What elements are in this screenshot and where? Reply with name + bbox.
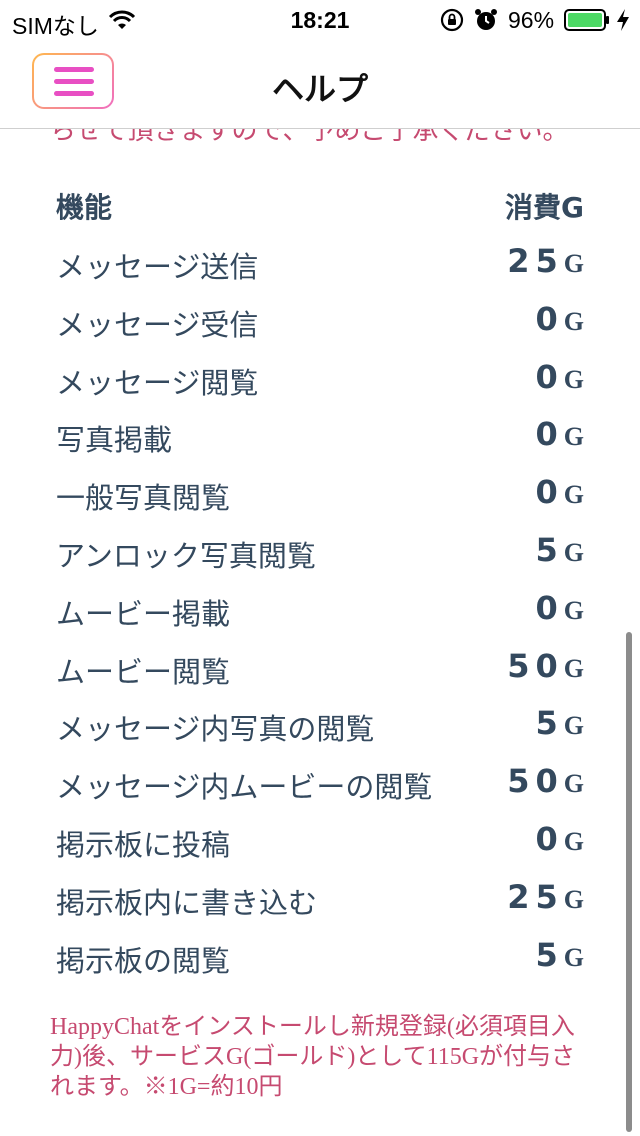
cost-unit: G — [563, 306, 584, 336]
cost-value: 0G — [536, 589, 585, 627]
navigation-bar: ヘルプ — [0, 40, 640, 129]
cost-value: 0G — [536, 820, 585, 858]
table-row: 一般写真閲覧 0G — [56, 469, 584, 527]
cost-number: 5 — [535, 530, 564, 569]
cost-value: 25G — [507, 878, 584, 916]
cost-value: 5G — [536, 936, 585, 974]
function-name: メッセージ送信 — [56, 250, 259, 284]
table-row: 掲示板の閲覧 5G — [56, 932, 584, 990]
cost-unit: G — [563, 653, 584, 683]
function-name: メッセージ受信 — [56, 307, 259, 342]
function-name: 掲示板内に書き込む — [56, 885, 318, 920]
table-row: メッセージ送信 25G — [56, 238, 584, 296]
cost-number: 50 — [507, 762, 564, 801]
cost-unit: G — [563, 364, 584, 394]
cost-value: 0G — [536, 300, 585, 338]
cost-value: 0G — [536, 358, 585, 396]
cost-number: 5 — [535, 935, 564, 974]
cost-value: 0G — [536, 415, 585, 453]
cost-value: 5G — [536, 704, 585, 742]
table-row: アンロック写真閲覧 5G — [56, 527, 584, 585]
function-name: ムービー閲覧 — [56, 654, 231, 689]
cost-number: 25 — [507, 242, 564, 280]
cost-number: 0 — [535, 819, 564, 858]
status-bar: SIMなし 18:21 96% — [0, 0, 640, 40]
scrollbar[interactable] — [626, 632, 632, 1132]
battery-icon — [564, 9, 609, 31]
cost-number: 5 — [535, 704, 564, 743]
table-row: メッセージ内ムービーの閲覧 50G — [56, 758, 584, 816]
header-cost: 消費G — [505, 191, 584, 224]
cost-unit: G — [563, 249, 584, 278]
cost-value: 50G — [507, 647, 584, 685]
cost-unit: G — [563, 942, 584, 972]
cost-number: 0 — [535, 415, 564, 454]
cost-number: 50 — [507, 646, 564, 685]
cost-number: 0 — [535, 473, 564, 512]
charging-bolt-icon — [617, 9, 629, 31]
help-content[interactable]: らせて頂きますので、予めご了承ください。 機能 消費G メッセージ送信 25G メッ… — [0, 128, 640, 1136]
table-row: メッセージ内写真の閲覧 5G — [56, 700, 584, 758]
function-name: メッセージ閲覧 — [56, 365, 259, 400]
function-name: 掲示板に投稿 — [56, 827, 231, 862]
cost-unit: G — [563, 422, 584, 452]
table-row: 掲示板に投稿 0G — [56, 816, 584, 874]
cost-number: 0 — [535, 357, 564, 396]
cost-value: 25G — [507, 242, 584, 280]
page-title: ヘルプ — [271, 70, 368, 108]
cost-value: 5G — [536, 531, 585, 569]
cost-table-header: 機能 消費G — [56, 186, 584, 226]
rotation-lock-icon — [440, 8, 464, 32]
function-name: メッセージ内写真の閲覧 — [56, 712, 375, 747]
cost-value: 50G — [507, 762, 584, 800]
table-row: 写真掲載 0G — [56, 411, 584, 469]
cost-unit: G — [563, 884, 584, 914]
cost-number: 0 — [535, 299, 564, 338]
function-name: 掲示板の閲覧 — [56, 943, 231, 978]
table-row: メッセージ受信 0G — [56, 296, 584, 354]
table-row: 掲示板内に書き込む 25G — [56, 874, 584, 932]
cost-unit: G — [563, 769, 584, 799]
header-function: 機能 — [56, 191, 113, 224]
cost-unit: G — [563, 711, 584, 741]
cost-unit: G — [563, 595, 584, 625]
bonus-note: HappyChatをインストールし新規登録(必須項目入力)後、サービスG(ゴール… — [50, 1014, 576, 1100]
function-name: アンロック写真閲覧 — [56, 538, 316, 573]
cost-value: 0G — [536, 473, 585, 511]
alarm-icon — [475, 9, 497, 30]
battery-percent: 96% — [508, 7, 555, 33]
cost-table: メッセージ送信 25G メッセージ受信 0G メッセージ閲覧 0G 写真掲載 0G 一般写真閲覧… — [56, 238, 584, 989]
table-row: メッセージ閲覧 0G — [56, 354, 584, 412]
cost-unit: G — [563, 826, 584, 856]
intro-text-partial: らせて頂きますので、予めご了承ください。 — [50, 128, 569, 145]
table-row: ムービー掲載 0G — [56, 585, 584, 643]
cost-unit: G — [563, 537, 584, 567]
cost-number: 25 — [507, 877, 564, 916]
function-name: メッセージ内ムービーの閲覧 — [56, 770, 433, 805]
table-row: ムービー閲覧 50G — [56, 643, 584, 701]
function-name: 一般写真閲覧 — [56, 481, 231, 516]
function-name: ムービー掲載 — [56, 596, 231, 631]
cost-number: 0 — [535, 588, 564, 627]
cost-unit: G — [563, 480, 584, 510]
function-name: 写真掲載 — [56, 423, 173, 458]
